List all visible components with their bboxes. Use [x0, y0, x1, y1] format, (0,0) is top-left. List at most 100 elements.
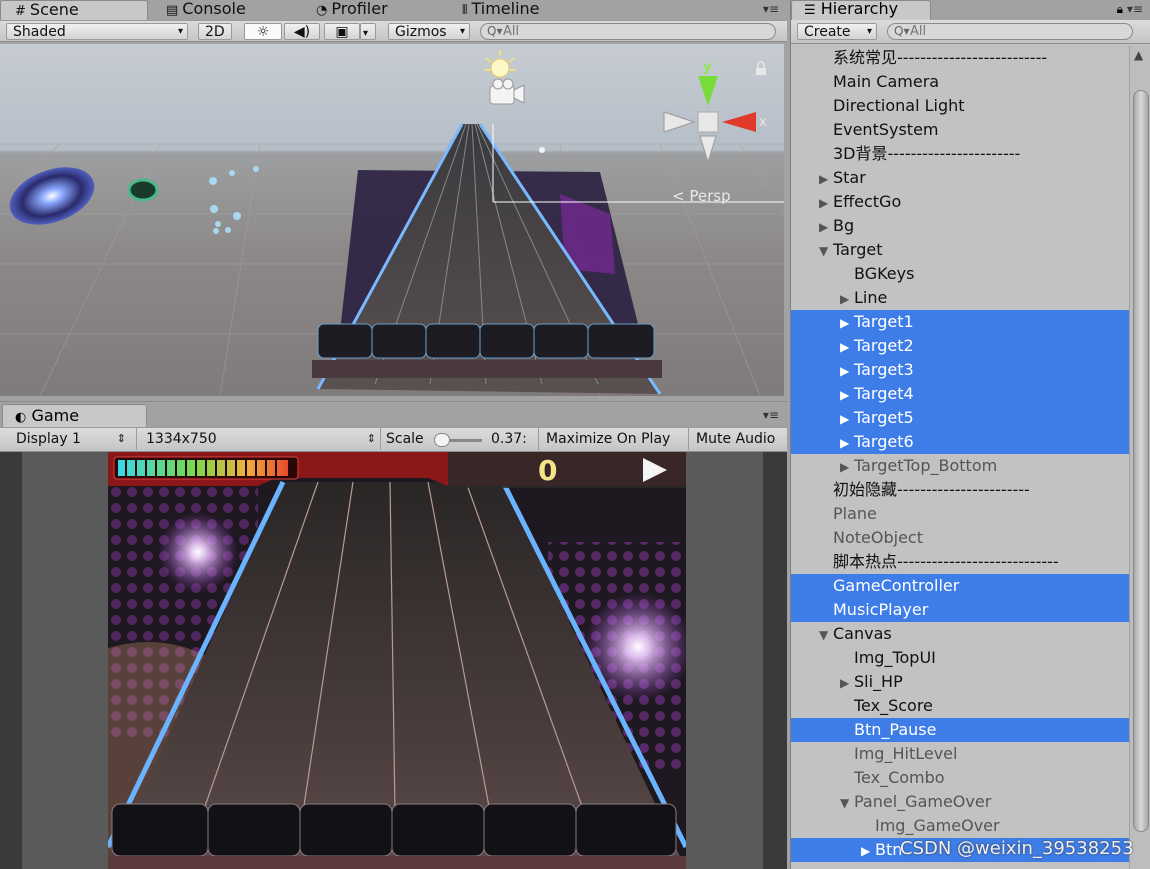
collapsed-arrow-icon[interactable]: ▶ — [861, 839, 875, 863]
hierarchy-item[interactable]: ▶ TargetTop_Bottom — [791, 454, 1129, 478]
hierarchy-item[interactable]: ▶ Target3 — [791, 358, 1129, 382]
collapsed-arrow-icon[interactable]: ▶ — [840, 287, 854, 311]
collapsed-arrow-icon[interactable]: ▶ — [840, 455, 854, 479]
hierarchy-item[interactable]: ▶ Sli_HP — [791, 670, 1129, 694]
lock-icon[interactable] — [756, 61, 766, 75]
scrollbar-thumb[interactable] — [1133, 90, 1149, 832]
hierarchy-item[interactable]: Tex_Score — [791, 694, 1129, 718]
collapsed-arrow-icon[interactable]: ▶ — [840, 431, 854, 455]
hierarchy-item[interactable]: Tex_Combo — [791, 766, 1129, 790]
hierarchy-item-label: Panel_GameOver — [854, 792, 992, 811]
collapsed-arrow-icon[interactable]: ▶ — [840, 407, 854, 431]
hierarchy-item[interactable]: ▶ EffectGo — [791, 190, 1129, 214]
tab-game[interactable]: ◐ Game — [2, 404, 147, 428]
scene-viewport[interactable]: y x < Persp — [0, 44, 784, 396]
hash-icon: # — [15, 4, 26, 19]
scale-slider[interactable] — [434, 433, 482, 447]
lock-icon[interactable]: 🔒︎ — [1117, 2, 1123, 17]
tab-hierarchy[interactable]: ☰ Hierarchy — [791, 0, 931, 20]
hierarchy-item[interactable]: Img_GameOver — [791, 814, 1129, 838]
speaker-icon: ◀) — [293, 24, 311, 40]
collapsed-arrow-icon[interactable]: ▶ — [840, 335, 854, 359]
expanded-arrow-icon[interactable]: ▼ — [840, 791, 854, 815]
hierarchy-item[interactable]: ▶ Bg — [791, 214, 1129, 238]
camera-gizmo-icon[interactable] — [489, 78, 525, 105]
hierarchy-item[interactable]: Btn_Pause — [791, 718, 1129, 742]
hierarchy-item[interactable]: Directional Light — [791, 94, 1129, 118]
gizmos-dropdown[interactable]: Gizmos ▾ — [388, 23, 470, 40]
panel-menu-icon[interactable]: ▾≡ — [763, 2, 779, 16]
game-canvas[interactable]: 0 — [108, 452, 686, 869]
maximize-on-play-toggle[interactable]: Maximize On Play — [546, 431, 670, 448]
hierarchy-item[interactable]: NoteObject — [791, 526, 1129, 550]
hierarchy-item[interactable]: 3D背景----------------------- — [791, 142, 1129, 166]
hierarchy-item[interactable]: ▶ Star — [791, 166, 1129, 190]
hierarchy-item[interactable]: ▶ Target6 — [791, 430, 1129, 454]
collapsed-arrow-icon[interactable]: ▶ — [819, 215, 833, 239]
hierarchy-search-input[interactable]: Q▾ All — [887, 23, 1133, 40]
hierarchy-item[interactable]: EventSystem — [791, 118, 1129, 142]
hierarchy-scrollbar[interactable]: ▲ — [1129, 46, 1150, 869]
panel-menu-icon[interactable]: ▾≡ — [1127, 2, 1143, 16]
collapsed-arrow-icon[interactable]: ▶ — [840, 359, 854, 383]
scale-slider-handle[interactable] — [434, 433, 450, 447]
tab-timeline[interactable]: ⫴ Timeline — [448, 0, 608, 20]
hierarchy-item[interactable]: 初始隐藏----------------------- — [791, 478, 1129, 502]
scene-search-input[interactable]: Q▾ All — [480, 23, 776, 40]
hierarchy-item[interactable]: Main Camera — [791, 70, 1129, 94]
tab-profiler[interactable]: ◔ Profiler — [302, 0, 452, 20]
game-tabbar: ◐ Game ▾≡ — [0, 401, 787, 428]
light-gizmo-icon[interactable] — [484, 50, 516, 78]
hierarchy-item[interactable]: ▶ Line — [791, 286, 1129, 310]
effects-dropdown[interactable]: ▾ — [360, 23, 376, 40]
hierarchy-item[interactable]: MusicPlayer — [791, 598, 1129, 622]
hierarchy-item[interactable]: ▶ Target2 — [791, 334, 1129, 358]
hierarchy-item-label: Target2 — [854, 336, 914, 355]
hierarchy-item[interactable]: ▼ Panel_GameOver — [791, 790, 1129, 814]
orientation-gizmo[interactable]: y x — [663, 60, 767, 164]
collapsed-arrow-icon[interactable]: ▶ — [819, 191, 833, 215]
hierarchy-item[interactable]: BGKeys — [791, 262, 1129, 286]
hierarchy-item[interactable]: ▼ Canvas — [791, 622, 1129, 646]
hierarchy-item[interactable]: Plane — [791, 502, 1129, 526]
scroll-up-icon[interactable]: ▲ — [1134, 48, 1143, 62]
tab-console[interactable]: ▤ Console — [152, 0, 302, 20]
projection-label[interactable]: < Persp — [672, 187, 731, 205]
hierarchy-item[interactable]: Img_TopUI — [791, 646, 1129, 670]
collapsed-arrow-icon[interactable]: ▶ — [819, 167, 833, 191]
mode-2d-toggle[interactable]: 2D — [198, 23, 232, 40]
green-ring — [127, 178, 159, 202]
hierarchy-item[interactable]: Img_HitLevel — [791, 742, 1129, 766]
expanded-arrow-icon[interactable]: ▼ — [819, 623, 833, 647]
unity-editor: # Scene ▤ Console ◔ Profiler ⫴ Timeline ▾≡ S… — [0, 0, 1150, 869]
hierarchy-item[interactable]: 脚本热点---------------------------- — [791, 550, 1129, 574]
game-viewport[interactable]: 0 — [0, 452, 787, 869]
hierarchy-item[interactable]: GameController — [791, 574, 1129, 598]
scene-drawing: y x — [0, 50, 784, 396]
expanded-arrow-icon[interactable]: ▼ — [819, 239, 833, 263]
hierarchy-item[interactable]: ▼ Target — [791, 238, 1129, 262]
play-button-icon[interactable] — [635, 455, 671, 485]
resolution-dropdown[interactable]: 1334x750 ⇕ — [146, 431, 378, 448]
hierarchy-item[interactable]: ▶ Target5 — [791, 406, 1129, 430]
display-dropdown[interactable]: Display 1 ⇕ — [16, 431, 128, 448]
audio-toggle[interactable]: ◀) — [284, 23, 320, 40]
hierarchy-toolbar: Create ▾ Q▾ All — [791, 20, 1150, 44]
hierarchy-item[interactable]: ▶ Target1 — [791, 310, 1129, 334]
effects-toggle[interactable]: ▣ — [324, 23, 360, 40]
collapsed-arrow-icon[interactable]: ▶ — [840, 311, 854, 335]
lighting-toggle[interactable]: ☼ — [244, 23, 282, 40]
collapsed-arrow-icon[interactable]: ▶ — [840, 671, 854, 695]
mute-audio-toggle[interactable]: Mute Audio — [696, 431, 775, 448]
hierarchy-item-label: Target1 — [854, 312, 914, 331]
shading-mode-dropdown[interactable]: Shaded ▾ — [6, 23, 188, 40]
create-dropdown[interactable]: Create ▾ — [797, 23, 877, 40]
tab-scene[interactable]: # Scene — [0, 0, 148, 20]
collapsed-arrow-icon[interactable]: ▶ — [840, 383, 854, 407]
game-controller-icon: ◐ — [15, 410, 27, 425]
hierarchy-item[interactable]: 系统常见-------------------------- — [791, 46, 1129, 70]
hierarchy-item-label: 脚本热点---------------------------- — [833, 552, 1059, 571]
hierarchy-panel: ☰ Hierarchy 🔒︎ ▾≡ Create ▾ Q▾ All 系统常见---… — [790, 0, 1150, 869]
hierarchy-item[interactable]: ▶ Target4 — [791, 382, 1129, 406]
panel-menu-icon[interactable]: ▾≡ — [763, 408, 779, 422]
